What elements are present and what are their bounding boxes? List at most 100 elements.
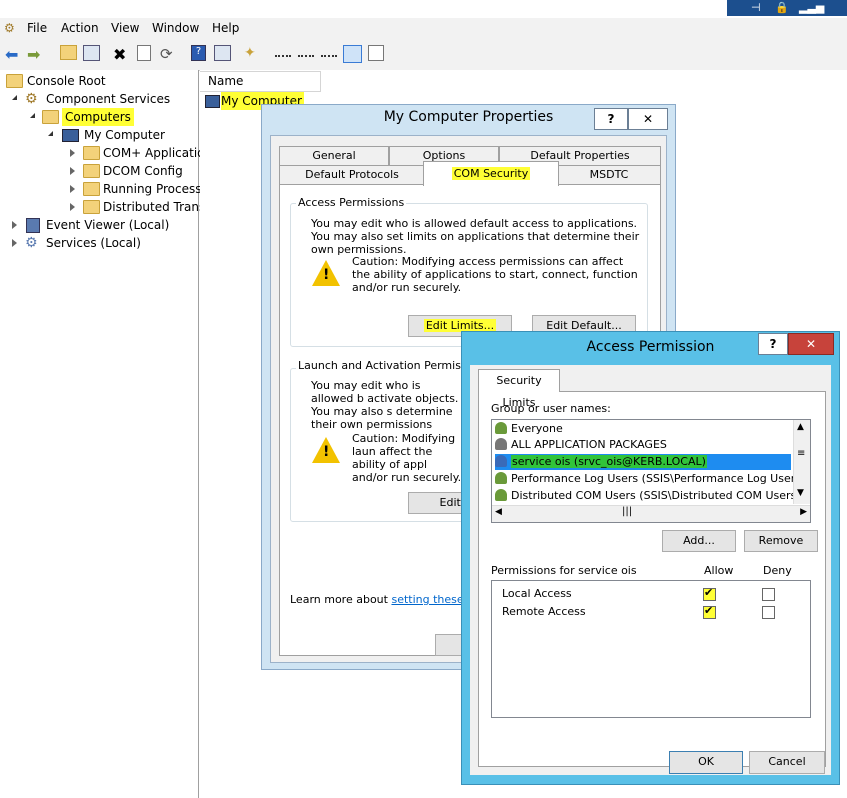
chevron-right-icon[interactable]: ▶ xyxy=(800,507,807,517)
close-button[interactable]: ✕ xyxy=(788,333,834,355)
tab-default-protocols[interactable]: Default Protocols xyxy=(279,165,425,185)
horizontal-scrollbar[interactable]: ◀ ||| ▶ xyxy=(492,505,810,522)
expand-arrow-icon[interactable] xyxy=(48,131,53,136)
folder-icon xyxy=(83,182,100,196)
close-button[interactable]: ✕ xyxy=(628,108,668,130)
forward-arrow-icon[interactable]: ➡ xyxy=(27,45,45,64)
group-icon xyxy=(495,422,507,434)
folder-icon xyxy=(42,110,59,124)
permissions-list: Local Access Remote Access xyxy=(491,580,811,718)
user-row-dcom-users[interactable]: Distributed COM Users (SSIS\Distributed … xyxy=(495,488,801,504)
dialog-body: Security Limits Group or user names: Eve… xyxy=(470,365,831,775)
permissions-label: Permissions for service ois xyxy=(491,564,637,577)
security-limits-page: Group or user names: Everyone ALL APPLIC… xyxy=(478,391,826,767)
tab-security-limits[interactable]: Security Limits xyxy=(478,369,560,409)
cancel-button[interactable]: Cancel xyxy=(749,751,825,774)
chevron-left-icon[interactable]: ◀ xyxy=(495,507,502,517)
show-tree-icon[interactable] xyxy=(83,45,100,61)
group-icon xyxy=(495,472,507,484)
allow-header: Allow xyxy=(704,564,734,577)
system-status-area: ⊣ 🔒 ▂▃▅ xyxy=(727,0,847,16)
signal-icon: ▂▃▅ xyxy=(799,1,825,14)
refresh-icon[interactable]: ⟳ xyxy=(160,45,178,63)
detail-view-icon[interactable] xyxy=(343,45,362,63)
menu-action[interactable]: Action xyxy=(61,21,99,35)
remote-access-allow-checkbox[interactable] xyxy=(703,604,716,619)
computer-icon xyxy=(62,129,79,142)
user-row-all-app-packages[interactable]: ALL APPLICATION PACKAGES xyxy=(495,437,667,453)
ok-button[interactable]: OK xyxy=(669,751,743,774)
help-button[interactable]: ? xyxy=(594,108,628,130)
chevron-down-icon[interactable]: ▼ xyxy=(797,488,804,498)
user-list: Everyone ALL APPLICATION PACKAGES servic… xyxy=(491,419,811,523)
toolbar: ⬅ ➡ ✖ ⟳ ? ✦ xyxy=(0,40,847,71)
action-pane-icon[interactable] xyxy=(214,45,231,61)
access-caution: Caution: Modifying access permissions ca… xyxy=(352,255,638,294)
collapse-arrow-icon[interactable] xyxy=(12,239,17,247)
access-permission-dialog: Access Permission ? ✕ Security Limits Gr… xyxy=(461,331,840,785)
help-icon[interactable]: ? xyxy=(191,45,206,61)
menu-file[interactable]: File xyxy=(27,21,47,35)
tab-msdtc[interactable]: MSDTC xyxy=(557,165,661,185)
warning-icon: ! xyxy=(312,260,340,286)
pin-icon[interactable]: ⊣ xyxy=(751,1,761,14)
launch-description: You may edit who is allowed b activate o… xyxy=(311,379,459,431)
event-viewer-icon xyxy=(26,218,40,233)
local-access-allow-checkbox[interactable] xyxy=(703,586,716,601)
collapse-arrow-icon[interactable] xyxy=(70,185,75,193)
collapse-arrow-icon[interactable] xyxy=(12,221,17,229)
tab-general[interactable]: General xyxy=(279,146,389,166)
new-window-icon[interactable]: ✦ xyxy=(244,45,262,63)
console-tree: Console Root ⚙ Component Services Comput… xyxy=(0,70,213,798)
warning-icon: ! xyxy=(312,437,340,463)
collapse-arrow-icon[interactable] xyxy=(70,149,75,157)
component-services-icon: ⚙ xyxy=(25,91,38,107)
properties-icon[interactable] xyxy=(137,45,151,61)
services-gear-icon: ⚙ xyxy=(25,235,38,251)
perm-label-local-access: Local Access xyxy=(502,587,572,600)
folder-icon xyxy=(83,146,100,160)
delete-icon[interactable]: ✖ xyxy=(113,45,131,64)
package-icon xyxy=(495,438,507,450)
collapse-arrow-icon[interactable] xyxy=(70,167,75,175)
collapse-arrow-icon[interactable] xyxy=(70,203,75,211)
remove-button[interactable]: Remove xyxy=(744,530,818,552)
menu-help[interactable]: Help xyxy=(212,21,239,35)
launch-caution: Caution: Modifying laun affect the abili… xyxy=(352,432,462,484)
lock-icon[interactable]: 🔒 xyxy=(775,1,789,14)
remote-access-deny-checkbox[interactable] xyxy=(762,606,775,619)
menu-window[interactable]: Window xyxy=(152,21,199,35)
folder-icon xyxy=(83,200,100,214)
user-row-perf-log-users[interactable]: Performance Log Users (SSIS\Performance … xyxy=(495,471,805,487)
column-header-name[interactable]: Name xyxy=(200,71,321,92)
back-arrow-icon[interactable]: ⬅ xyxy=(5,45,23,64)
scroll-grip-icon[interactable]: ≡ xyxy=(797,448,805,459)
scroll-grip-icon[interactable]: ||| xyxy=(622,506,632,517)
deny-header: Deny xyxy=(763,564,792,577)
folder-icon xyxy=(83,164,100,178)
window-titlebar: ⊣ 🔒 ▂▃▅ xyxy=(0,0,847,18)
menu-view[interactable]: View xyxy=(111,21,139,35)
console-tree-icon[interactable] xyxy=(368,45,384,61)
up-folder-icon[interactable] xyxy=(60,45,77,60)
local-access-deny-checkbox[interactable] xyxy=(762,588,775,601)
user-icon xyxy=(495,455,507,467)
chevron-up-icon[interactable]: ▲ xyxy=(797,422,804,432)
help-button[interactable]: ? xyxy=(758,333,788,355)
add-button[interactable]: Add... xyxy=(662,530,736,552)
small-icons-icon[interactable] xyxy=(298,45,314,57)
list-view-icon[interactable] xyxy=(321,45,337,57)
user-row-service-ois[interactable]: service ois (srvc_ois@KERB.LOCAL) xyxy=(495,454,791,470)
large-icons-icon[interactable] xyxy=(275,45,291,57)
perm-label-remote-access: Remote Access xyxy=(502,605,586,618)
user-row-everyone[interactable]: Everyone xyxy=(495,421,563,437)
tab-com-security[interactable]: COM Security xyxy=(423,161,559,186)
expand-arrow-icon[interactable] xyxy=(12,95,17,100)
app-icon[interactable]: ⚙ xyxy=(4,21,15,35)
folder-icon xyxy=(6,74,23,88)
vertical-scrollbar[interactable]: ▲ ≡ ▼ xyxy=(793,420,810,504)
computer-icon xyxy=(205,95,220,108)
expand-arrow-icon[interactable] xyxy=(30,113,35,118)
menu-bar: ⚙ File Action View Window Help xyxy=(0,18,847,40)
group-icon xyxy=(495,489,507,501)
